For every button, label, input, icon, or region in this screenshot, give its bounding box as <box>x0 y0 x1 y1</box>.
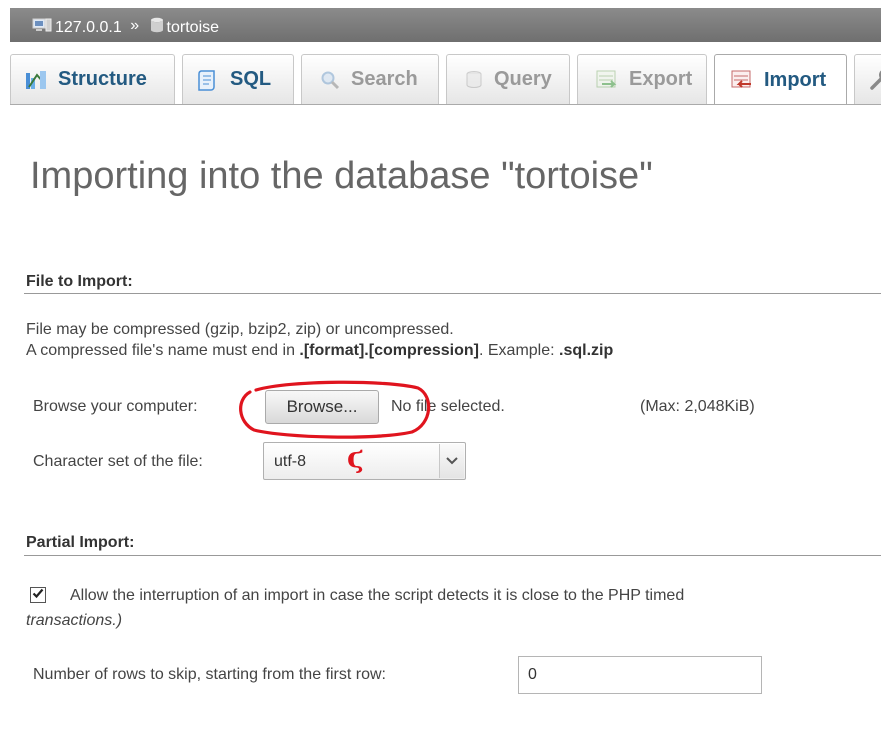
query-icon <box>465 70 483 90</box>
compression-example-prefix: A compressed file's name must end in <box>26 342 300 359</box>
wrench-icon <box>869 69 881 91</box>
charset-label: Character set of the file: <box>33 453 203 470</box>
charset-select[interactable]: utf-8 <box>263 442 466 480</box>
compression-note: File may be compressed (gzip, bzip2, zip… <box>26 321 454 338</box>
tab-operations[interactable] <box>854 54 881 104</box>
section-divider <box>24 293 881 294</box>
tab-sql-label: SQL <box>230 68 272 90</box>
checkmark-icon <box>32 586 44 604</box>
tab-import-label: Import <box>764 68 827 91</box>
tab-structure-label: Structure <box>58 68 147 90</box>
browse-label: Browse your computer: <box>33 398 198 415</box>
partial-import-heading: Partial Import: <box>26 534 135 551</box>
chevron-down-icon[interactable] <box>439 444 464 478</box>
skip-rows-input[interactable] <box>518 656 762 694</box>
tab-sql[interactable]: SQL <box>182 54 294 104</box>
breadcrumb-database[interactable]: tortoise <box>150 17 219 38</box>
skip-rows-label: Number of rows to skip, starting from th… <box>33 666 386 683</box>
charset-value: utf-8 <box>274 453 307 470</box>
annotation-mark: ϛ <box>347 441 365 474</box>
database-icon <box>150 17 167 38</box>
section-divider <box>24 555 881 556</box>
tab-query[interactable]: Query <box>446 54 570 104</box>
compression-example: A compressed file's name must end in .[f… <box>26 342 613 360</box>
example-filename: .sql.zip <box>559 342 614 359</box>
import-icon <box>731 70 753 90</box>
tab-bar: Structure SQL Search Query Export Import <box>10 46 881 105</box>
search-icon <box>320 70 340 90</box>
export-icon <box>596 70 618 90</box>
compression-example-middle: . Example: <box>478 342 560 359</box>
tab-import[interactable]: Import <box>714 54 847 104</box>
format-pattern: .[format].[compression] <box>299 342 479 359</box>
tab-search[interactable]: Search <box>301 54 439 104</box>
highlight-ellipse <box>239 380 431 439</box>
page-title: Importing into the database "tortoise" <box>30 155 653 197</box>
tab-search-label: Search <box>351 68 418 90</box>
breadcrumb-separator: » <box>130 17 140 34</box>
file-to-import-heading: File to Import: <box>26 273 133 290</box>
allow-interruption-label-continued: transactions.) <box>26 612 123 629</box>
tab-export[interactable]: Export <box>577 54 707 104</box>
allow-interruption-checkbox[interactable] <box>30 587 46 603</box>
allow-interruption-label: Allow the interruption of an import in c… <box>70 587 685 604</box>
max-upload-size: (Max: 2,048KiB) <box>640 398 755 415</box>
breadcrumb-server[interactable]: 127.0.0.1 <box>32 17 122 38</box>
structure-icon <box>25 70 47 90</box>
tab-export-label: Export <box>629 68 693 90</box>
breadcrumb: 127.0.0.1 » tortoise <box>10 8 881 42</box>
tab-query-label: Query <box>494 68 552 90</box>
breadcrumb-database-label: tortoise <box>166 18 220 36</box>
breadcrumb-server-label: 127.0.0.1 <box>55 18 122 36</box>
server-icon <box>32 17 55 38</box>
tab-structure[interactable]: Structure <box>10 54 175 104</box>
sql-icon <box>197 69 219 91</box>
